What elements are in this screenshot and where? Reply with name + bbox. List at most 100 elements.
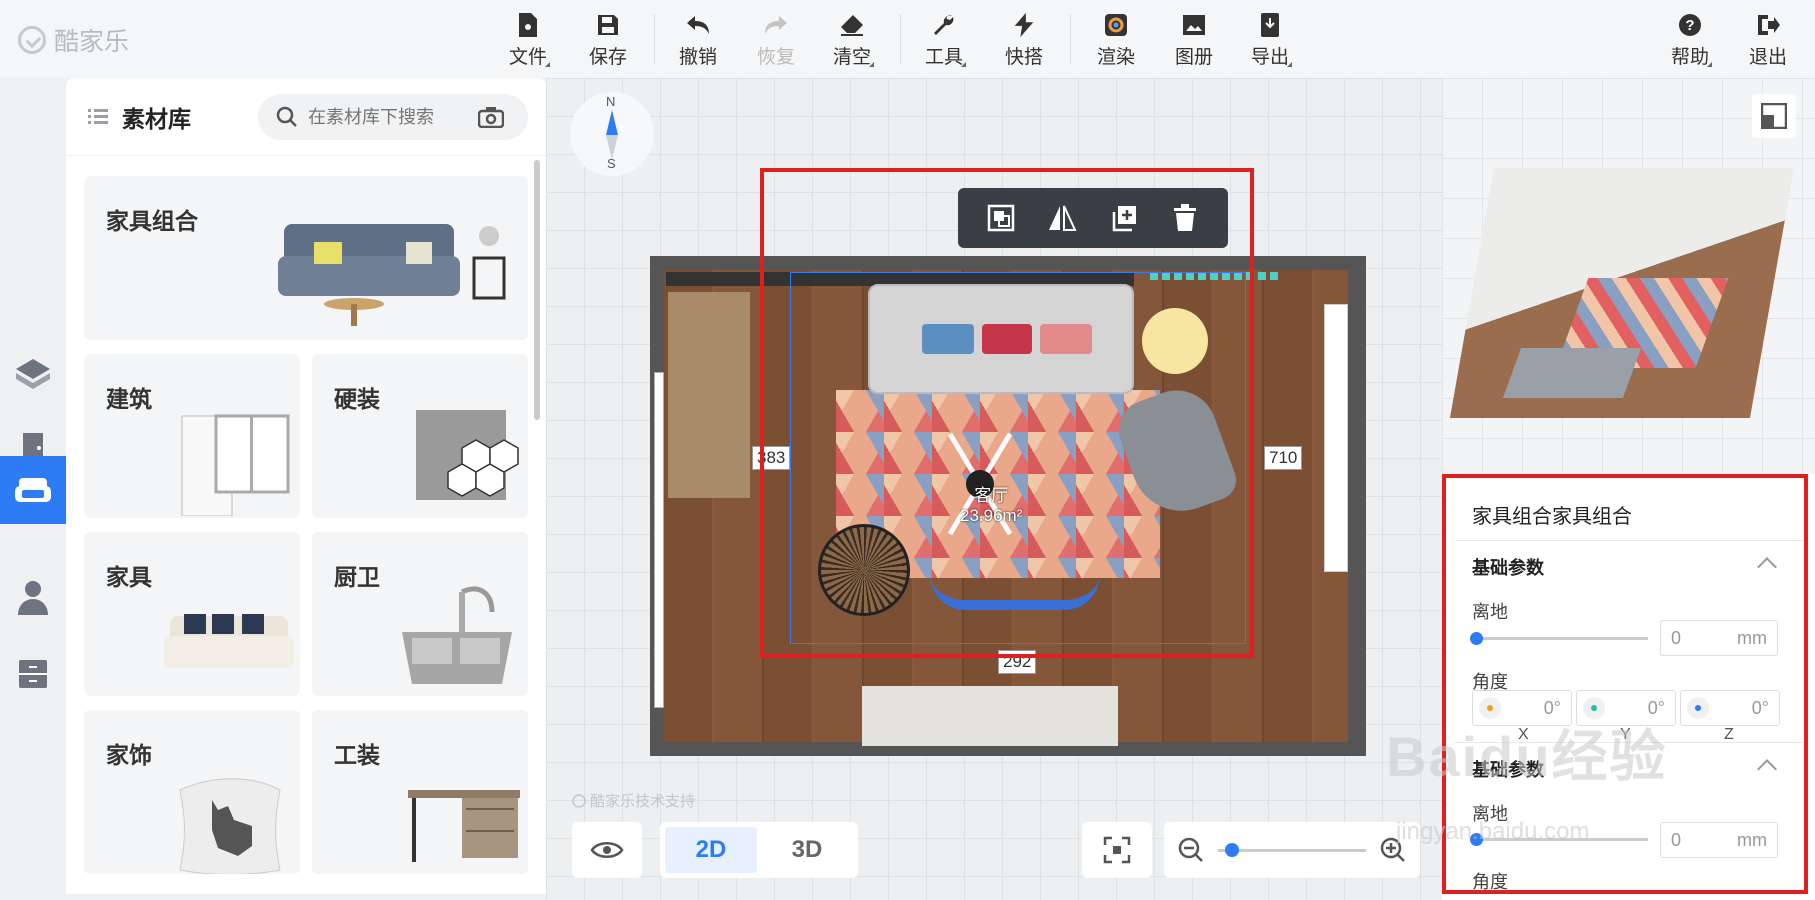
right-cabinet[interactable] [1324, 304, 1348, 572]
file-icon [515, 12, 541, 38]
card-label: 工装 [334, 742, 380, 768]
compass-south-label: S [607, 156, 616, 171]
card-label: 家饰 [106, 742, 152, 768]
zoom-out-icon[interactable] [1178, 837, 1204, 863]
category-rail [0, 78, 66, 900]
exit-button[interactable]: 退出 [1738, 12, 1798, 69]
delete-button[interactable] [1165, 198, 1205, 238]
card-decoration[interactable]: 家饰 [84, 710, 300, 874]
material-library-panel: 素材库 家具组合 建筑 硬装 家具 [66, 78, 546, 894]
search-input[interactable] [308, 106, 468, 128]
tools-label: 工具 [924, 47, 963, 68]
save-icon [595, 12, 621, 38]
clear-button[interactable]: 清空 [822, 12, 882, 69]
clear-label: 清空 [832, 47, 871, 68]
compass-needle-icon [606, 110, 618, 160]
ungroup-button[interactable] [981, 198, 1021, 238]
redo-button[interactable]: 恢复 [746, 12, 806, 69]
logo-icon [18, 26, 46, 54]
dropdown-corner-icon [545, 62, 550, 67]
quick-build-label: 快搭 [1004, 47, 1043, 68]
album-button[interactable]: 图册 [1164, 12, 1224, 69]
card-label: 建筑 [106, 386, 152, 412]
sink-image [402, 586, 512, 684]
rail-person[interactable] [0, 564, 66, 632]
dropdown-corner-icon [1287, 62, 1292, 67]
view-3d-button[interactable]: 3D [761, 827, 853, 873]
view-2d-button[interactable]: 2D [665, 827, 757, 873]
tile-image [416, 410, 519, 500]
help-button[interactable]: ? 帮助 [1660, 12, 1720, 69]
preview-layout-button[interactable] [1752, 94, 1796, 138]
card-label: 家具 [106, 564, 152, 590]
undo-button[interactable]: 撤销 [668, 12, 728, 69]
card-kitchen-bath[interactable]: 厨卫 [312, 532, 528, 696]
zoom-slider[interactable] [1218, 842, 1366, 857]
dining-table-topview[interactable] [862, 686, 1118, 746]
dimension-right[interactable]: 710 [1264, 446, 1303, 470]
card-hard-decoration[interactable]: 硬装 [312, 354, 528, 518]
quick-build-button[interactable]: 快搭 [994, 12, 1054, 69]
sofa-set-image [278, 224, 506, 326]
mirror-button[interactable] [1042, 198, 1082, 238]
copy-icon [1112, 206, 1136, 232]
tools-button[interactable]: 工具 [914, 12, 974, 69]
file-button[interactable]: 文件 [498, 12, 558, 69]
desk-area[interactable] [668, 292, 750, 498]
card-commercial[interactable]: 工装 [312, 710, 528, 874]
dropdown-corner-icon [961, 62, 966, 67]
card-label: 家具组合 [106, 208, 198, 234]
redo-label: 恢复 [756, 47, 795, 68]
export-icon [1257, 12, 1283, 38]
layout-icon [1761, 103, 1787, 129]
rail-cabinet[interactable] [0, 640, 66, 708]
sofa-image [164, 614, 294, 668]
library-search[interactable] [258, 94, 528, 140]
tech-support-label: 酷家乐技术支持 [590, 793, 696, 810]
save-label: 保存 [588, 47, 627, 68]
rail-structure[interactable] [0, 340, 66, 408]
card-furniture-combo[interactable]: 家具组合 [84, 176, 528, 340]
lightning-icon [1011, 12, 1037, 38]
compass-north-label: N [606, 94, 616, 109]
cube-icon [16, 359, 50, 389]
view-mode-toggle: 2D 3D [660, 822, 858, 878]
redo-icon [763, 12, 789, 38]
duplicate-button[interactable] [1104, 198, 1144, 238]
exit-label: 退出 [1748, 47, 1787, 68]
svg-text:?: ? [1685, 17, 1694, 34]
card-furniture[interactable]: 家具 [84, 532, 300, 696]
user-icon [18, 581, 48, 615]
fit-view-button[interactable] [1082, 822, 1152, 878]
cabinet-icon [19, 660, 47, 688]
group-icon [987, 204, 1014, 232]
tech-support[interactable]: 酷家乐技术支持 [572, 790, 695, 811]
export-label: 导出 [1250, 47, 1289, 68]
watermark-url: jingyan.baidu.com [1396, 818, 1590, 845]
rail-furniture[interactable] [0, 456, 66, 524]
render-button[interactable]: 渲染 [1086, 12, 1146, 69]
save-button[interactable]: 保存 [578, 12, 638, 69]
compass[interactable]: N S [570, 92, 654, 176]
trash-icon [1174, 204, 1197, 231]
undo-label: 撤销 [678, 47, 717, 68]
visibility-button[interactable] [572, 822, 642, 878]
library-scrollbar[interactable] [534, 160, 540, 420]
card-architecture[interactable]: 建筑 [84, 354, 300, 518]
list-icon[interactable] [88, 108, 108, 126]
help-icon: ? [1677, 12, 1703, 38]
dropdown-corner-icon [1707, 62, 1712, 67]
app-logo[interactable]: 酷家乐 [18, 22, 129, 58]
zoom-slider-handle[interactable] [1225, 842, 1240, 857]
search-icon [276, 106, 297, 127]
camera-icon[interactable] [478, 106, 504, 128]
floating-object-toolbar [958, 188, 1228, 248]
wrench-icon [931, 12, 957, 38]
window-left[interactable] [654, 372, 664, 708]
card-label: 硬装 [334, 386, 380, 412]
export-button[interactable]: 导出 [1240, 12, 1300, 69]
mirror-icon [1049, 205, 1077, 231]
preview-sofa [1502, 348, 1642, 398]
dropdown-corner-icon [869, 62, 874, 67]
toolbar-divider [1070, 14, 1071, 64]
